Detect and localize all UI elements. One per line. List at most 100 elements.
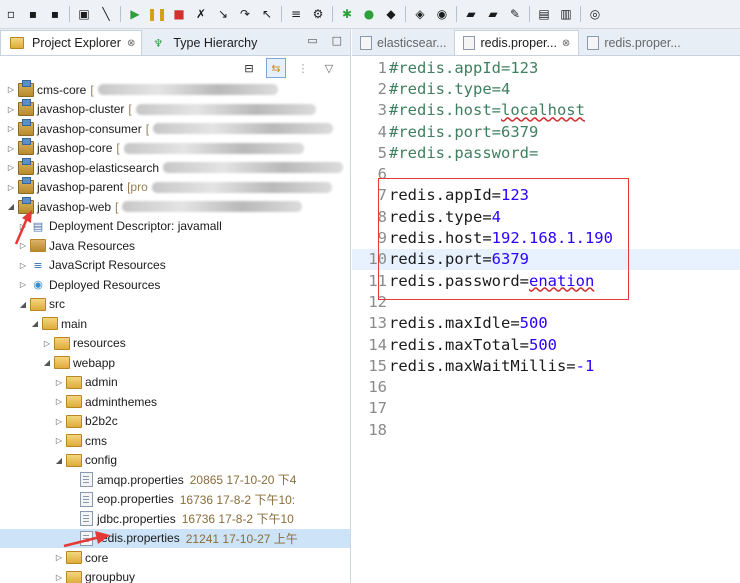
tab-project-explorer[interactable]: Project Explorer ⊗ xyxy=(0,30,143,55)
tree-item[interactable]: ▷ core xyxy=(0,548,350,568)
tree-item[interactable]: ▷ Java Resources xyxy=(0,236,350,256)
view-menu-icon[interactable]: ⋮ xyxy=(294,59,312,77)
code-line[interactable]: 12 xyxy=(352,291,740,312)
tree-item[interactable]: ▷ javashop-core[ xyxy=(0,138,350,159)
collapsed-twisty-icon[interactable]: ▷ xyxy=(6,183,16,192)
editor-tab-elasticsearch[interactable]: elasticsear... xyxy=(352,31,454,55)
tree-item[interactable]: redis.properties 21241 17-10-27 上午 xyxy=(0,528,350,548)
collapsed-twisty-icon[interactable]: ▷ xyxy=(18,261,28,270)
collapsed-twisty-icon[interactable]: ▷ xyxy=(54,573,64,582)
tree-item[interactable]: ◢ src xyxy=(0,295,350,315)
step-return-icon[interactable]: ↖ xyxy=(259,6,275,22)
tree-item[interactable]: eop.properties 16736 17-8-2 下午10: xyxy=(0,490,350,510)
tree-item[interactable]: ▷ javashop-consumer[ xyxy=(0,118,350,139)
tree-item[interactable]: ▷ admin xyxy=(0,373,350,393)
tree-item[interactable]: ◢ javashop-web[ xyxy=(0,196,350,217)
close-icon[interactable]: ⊗ xyxy=(562,38,570,49)
collapsed-twisty-icon[interactable]: ▷ xyxy=(54,553,64,562)
save-all-icon[interactable]: ▪ xyxy=(47,6,63,22)
tree-item[interactable]: ▷ b2b2c xyxy=(0,412,350,432)
search-icon[interactable]: ✎ xyxy=(507,6,523,22)
code-line[interactable]: 13 redis.maxIdle=500 xyxy=(352,313,740,334)
expanded-twisty-icon[interactable]: ◢ xyxy=(54,456,64,465)
tree-item[interactable]: ◢ main xyxy=(0,314,350,334)
open-type-icon[interactable]: ▰ xyxy=(463,6,479,22)
code-line[interactable]: 5 #redis.password= xyxy=(352,142,740,163)
expanded-twisty-icon[interactable]: ◢ xyxy=(30,319,40,328)
new-java-project-icon[interactable]: ◈ xyxy=(412,6,428,22)
code-line[interactable]: 6 xyxy=(352,163,740,184)
toggle-mark-icon[interactable]: ╲ xyxy=(98,6,114,22)
code-line[interactable]: 15 redis.maxWaitMillis=-1 xyxy=(352,355,740,376)
code-line[interactable]: 16 xyxy=(352,376,740,397)
perspective-icon[interactable]: ◎ xyxy=(587,6,603,22)
step-into-icon[interactable]: ↘ xyxy=(215,6,231,22)
chevron-down-icon[interactable]: ▽ xyxy=(320,59,338,77)
tree-item[interactable]: ▷ ◉ Deployed Resources xyxy=(0,275,350,295)
collapsed-twisty-icon[interactable]: ▷ xyxy=(54,397,64,406)
open-folder-icon[interactable]: ▰ xyxy=(485,6,501,22)
terminate-icon[interactable]: ■ xyxy=(171,6,187,22)
collapsed-twisty-icon[interactable]: ▷ xyxy=(54,436,64,445)
resume-icon[interactable]: ▶ xyxy=(127,6,143,22)
expanded-twisty-icon[interactable]: ◢ xyxy=(18,300,28,309)
tree-item[interactable]: amqp.properties 20865 17-10-20 下4 xyxy=(0,470,350,490)
code-line[interactable]: 14 redis.maxTotal=500 xyxy=(352,334,740,355)
tree-item[interactable]: ▷ resources xyxy=(0,334,350,354)
expanded-twisty-icon[interactable]: ◢ xyxy=(42,358,52,367)
code-line[interactable]: 1 #redis.appId=123 xyxy=(352,57,740,78)
run-icon[interactable]: ● xyxy=(361,6,377,22)
tree-item[interactable]: ▷▤Deployment Descriptor: javamall xyxy=(0,217,350,237)
collapsed-twisty-icon[interactable]: ▷ xyxy=(18,280,28,289)
suspend-icon[interactable]: ❚❚ xyxy=(147,6,167,22)
collapsed-twisty-icon[interactable]: ▷ xyxy=(42,339,52,348)
tree-item[interactable]: ◢ webapp xyxy=(0,353,350,373)
editor-tab-redis[interactable]: redis.proper... xyxy=(579,31,688,55)
code-line[interactable]: 11 redis.password=enation xyxy=(352,270,740,291)
minimize-icon[interactable]: ▭ xyxy=(307,34,317,47)
new-icon[interactable]: ▫ xyxy=(3,6,19,22)
collapsed-twisty-icon[interactable]: ▷ xyxy=(54,378,64,387)
code-line[interactable]: 2 #redis.type=4 xyxy=(352,78,740,99)
disconnect-icon[interactable]: ✗ xyxy=(193,6,209,22)
tree-item[interactable]: ▷ adminthemes xyxy=(0,392,350,412)
code-line[interactable]: 9 redis.host=192.168.1.190 xyxy=(352,227,740,248)
collapsed-twisty-icon[interactable]: ▷ xyxy=(6,105,16,114)
code-line[interactable]: 3 #redis.host=localhost xyxy=(352,100,740,121)
tree-item[interactable]: ◢ config xyxy=(0,451,350,471)
step-over-icon[interactable]: ↷ xyxy=(237,6,253,22)
use-step-filters-icon[interactable]: ≡ xyxy=(288,6,304,22)
code-line[interactable]: 18 xyxy=(352,419,740,440)
new-class-icon[interactable]: ◉ xyxy=(434,6,450,22)
maximize-icon[interactable]: □ xyxy=(332,34,342,47)
tree-item[interactable]: ▷ groupbuy xyxy=(0,568,350,583)
print-icon[interactable]: ▣ xyxy=(76,6,92,22)
tree-item[interactable]: ▷ javashop-cluster[ xyxy=(0,99,350,120)
code-line[interactable]: 8 redis.type=4 xyxy=(352,206,740,227)
editor-tab-redis-active[interactable]: redis.proper... ⊗ xyxy=(454,30,580,55)
collapsed-twisty-icon[interactable]: ▷ xyxy=(6,124,16,133)
close-icon[interactable]: ⊗ xyxy=(127,38,135,49)
collapsed-twisty-icon[interactable]: ▷ xyxy=(6,163,16,172)
toggle-breadcrumb-icon[interactable]: ▤ xyxy=(536,6,552,22)
tree-item[interactable]: ▷ javashop-parent [pro xyxy=(0,177,350,198)
link-with-editor-icon[interactable]: ⇆ xyxy=(266,58,286,78)
code-line[interactable]: 7 redis.appId=123 xyxy=(352,185,740,206)
debug-icon[interactable]: ✱ xyxy=(339,6,355,22)
tab-type-hierarchy[interactable]: ♆ Type Hierarchy xyxy=(142,31,263,55)
debug-tool-icon[interactable]: ⚙ xyxy=(310,6,326,22)
collapsed-twisty-icon[interactable]: ▷ xyxy=(6,144,16,153)
collapsed-twisty-icon[interactable]: ▷ xyxy=(54,417,64,426)
tree-item[interactable]: jdbc.properties 16736 17-8-2 下午10 xyxy=(0,509,350,529)
code-line[interactable]: 17 xyxy=(352,398,740,419)
toggle-block-icon[interactable]: ▥ xyxy=(558,6,574,22)
tree-item[interactable]: ▷ cms-core[ xyxy=(0,79,350,100)
tree-item[interactable]: ▷ cms xyxy=(0,431,350,451)
code-line[interactable]: 4 #redis.port=6379 xyxy=(352,121,740,142)
code-line[interactable]: 10 redis.port=6379 xyxy=(352,248,740,270)
external-tools-icon[interactable]: ◆ xyxy=(383,6,399,22)
tree-item[interactable]: ▷ javashop-elasticsearch xyxy=(0,157,350,178)
tree-item[interactable]: ▷ ≡ JavaScript Resources xyxy=(0,256,350,276)
collapsed-twisty-icon[interactable]: ▷ xyxy=(6,85,16,94)
save-icon[interactable]: ▪ xyxy=(25,6,41,22)
